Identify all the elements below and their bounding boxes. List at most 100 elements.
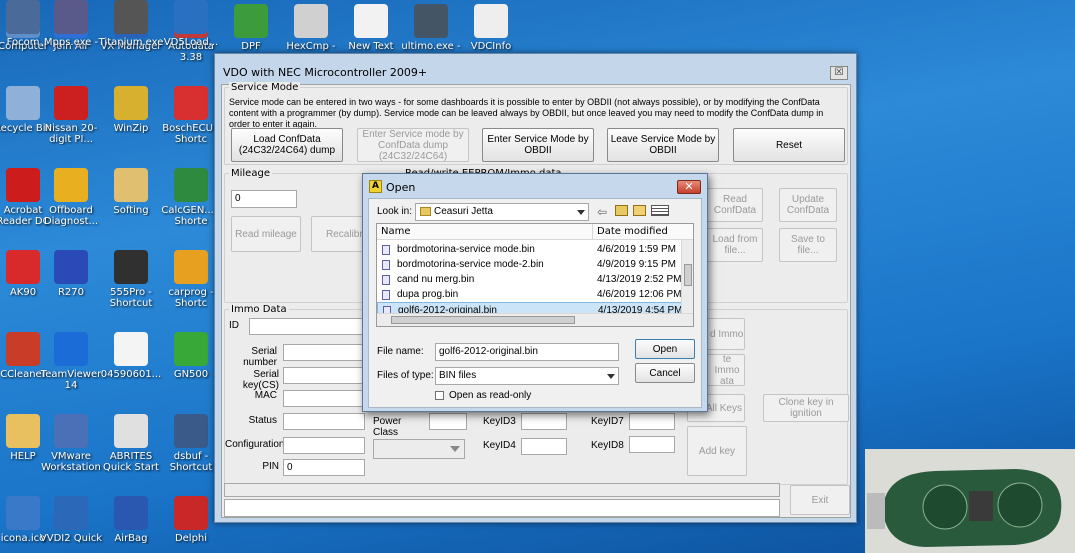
power-class-field[interactable] [429,413,467,430]
cancel-button[interactable]: Cancel [635,363,695,383]
desktop-icon-vmware[interactable]: VMware Workstation [38,414,104,473]
carprog-icon [174,250,208,284]
desktop-icon-label: Softing [113,205,149,216]
file-row[interactable]: bordmotorina-service mode-2.bin 4/9/2019 … [377,257,685,272]
keyid8-field[interactable] [629,436,675,453]
airbag-icon [114,496,148,530]
desktop-icon-teamviewer[interactable]: TeamViewer 14 [38,332,104,391]
gn500-icon [174,332,208,366]
mileage-input[interactable]: 0 [231,190,297,208]
desktop-icon-airbag[interactable]: AirBag [98,496,164,544]
file-icon [382,260,390,270]
dsbuf-icon [174,414,208,448]
file-row[interactable]: bordmotorina-service mode.bin 4/6/2019 1:… [377,242,685,257]
configuration-field[interactable] [283,437,365,454]
reset-button[interactable]: Reset [733,128,845,162]
serial-key-field[interactable] [283,367,365,384]
file-list[interactable]: Name Date modified bordmotorina-service … [376,223,694,327]
enter-service-confdata-button[interactable]: Enter Service mode by ConfData dump (24C… [357,128,469,162]
file-name-input[interactable]: golf6-2012-original.bin [435,343,619,361]
load-from-file-button[interactable]: Load from file... [707,228,763,262]
mac-field[interactable] [283,390,365,407]
file-date: 4/13/2019 2:52 PM [597,274,682,285]
open-button[interactable]: Open [635,339,695,359]
desktop-icon-555pro[interactable]: 555Pro - Shortcut [98,250,164,309]
window-close-button[interactable]: ☒ [830,66,848,80]
read-only-checkbox[interactable] [435,391,444,400]
exit-button[interactable]: Exit [790,485,850,515]
desktop-icon-label: VMware Workstation [41,451,101,473]
file-name: bordmotorina-service mode-2.bin [397,259,544,270]
file-type-select[interactable]: BIN files [435,367,619,385]
desktop-icon-r270[interactable]: R270 [38,250,104,298]
serial-number-field[interactable] [283,344,365,361]
keyid3-label: KeyID3 [483,416,516,427]
file-row[interactable]: dupa prog.bin 4/6/2019 12:06 PM [377,287,685,302]
keyid8-label: KeyID8 [591,440,624,451]
desktop-icon-mpps[interactable]: Mpps.exe - [38,0,104,48]
keyid7-field[interactable] [629,413,675,430]
file-name: dupa prog.bin [397,289,459,300]
desktop-icon-label: Delphi [174,533,208,544]
delphi-icon [174,496,208,530]
up-folder-icon[interactable] [615,205,628,216]
column-date-header[interactable]: Date modified [593,224,693,240]
column-name-header[interactable]: Name [377,224,593,240]
power-class-select[interactable] [373,439,465,459]
status-label: Status [248,415,277,426]
configuration-label: Configuration [225,439,285,450]
desktop-icon-titanium[interactable]: Titanium.exe [98,0,164,48]
read-mileage-button[interactable]: Read mileage [231,216,301,252]
desktop-icon-label: New Text [348,41,394,52]
view-menu-icon[interactable] [651,205,669,216]
desktop-icon-label: Titanium.exe [98,37,164,48]
titanium-icon [114,0,148,34]
leave-service-obdii-button[interactable]: Leave Service Mode by OBDII [607,128,719,162]
clone-key-button[interactable]: Clone key in ignition [763,394,849,422]
id-field[interactable] [249,318,365,335]
read-confdata-button[interactable]: Read ConfData [707,188,763,222]
desktop-icon-vd5load[interactable]: VD5Load... [158,0,224,48]
back-icon[interactable]: ⇦ [597,205,607,219]
read-only-label: Open as read-only [449,390,532,401]
desktop-icon-offboard[interactable]: Offboard Diagnost... [38,168,104,227]
horizontal-scrollbar[interactable] [377,313,693,326]
file-date: 4/6/2019 12:06 PM [597,289,682,300]
load-confdata-button[interactable]: Load ConfData (24C32/24C64) dump [231,128,343,162]
folder-icon [420,207,431,216]
desktop-icon-vdcinfo[interactable]: VDCInfo [458,4,524,52]
enter-service-obdii-button[interactable]: Enter Service Mode by OBDII [482,128,594,162]
file-row[interactable]: cand nu merg.bin 4/13/2019 2:52 PM [377,272,685,287]
desktop-icon-abrites[interactable]: ABRITES Quick Start [98,414,164,473]
desktop-icon-vvdi2-quick[interactable]: VVDI2 Quick [38,496,104,544]
file-name-label: File name: [377,346,424,357]
keyid3-field[interactable] [521,413,567,430]
add-key-button[interactable]: Add key [687,426,747,476]
circuit-board-image [865,449,1075,553]
desktop-icon-softing[interactable]: Softing [98,168,164,216]
desktop-icon-hexcmp[interactable]: HexCmp - [278,4,344,52]
desktop-icon-new-text[interactable]: New Text [338,4,404,52]
desktop-icon-nissan[interactable]: Nissan 20-digit PI... [38,86,104,145]
update-confdata-button[interactable]: Update ConfData [779,188,837,222]
dialog-close-button[interactable]: ✕ [677,180,701,194]
new-folder-icon[interactable] [633,205,646,216]
doc-04590-icon [114,332,148,366]
vertical-scrollbar[interactable] [681,240,693,314]
desktop-icon-label: Nissan 20-digit PI... [44,123,98,145]
pin-field[interactable]: 0 [283,459,365,476]
vmware-icon [54,414,88,448]
look-in-select[interactable]: Ceasuri Jetta [415,203,589,221]
teamviewer-icon [54,332,88,366]
desktop-icon-winzip[interactable]: WinZip [98,86,164,134]
save-to-file-button[interactable]: Save to file... [779,228,837,262]
555pro-icon [114,250,148,284]
status-field[interactable] [283,413,365,430]
desktop-icon-label: Offboard Diagnost... [43,205,99,227]
scroll-thumb[interactable] [684,264,692,286]
file-type-value: BIN files [439,370,477,381]
scroll-thumb[interactable] [391,316,575,324]
desktop-icon-ultimo[interactable]: ultimo.exe - [398,4,464,52]
keyid4-field[interactable] [521,438,567,455]
desktop-icon-doc-04590[interactable]: 04590601... [98,332,164,380]
